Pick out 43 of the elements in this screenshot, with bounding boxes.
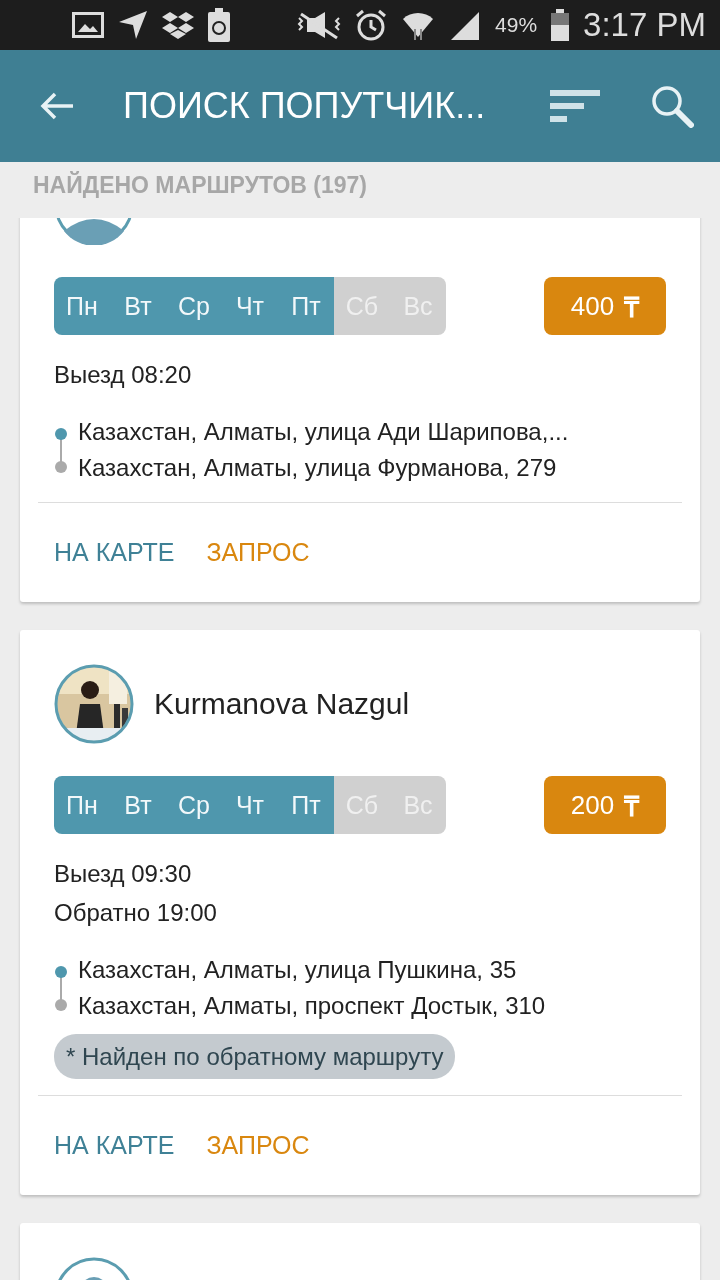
weekday-label: Пт xyxy=(278,277,334,335)
back-button[interactable] xyxy=(39,91,75,121)
alarm-icon xyxy=(355,9,388,41)
price-badge: 200 ₸ xyxy=(544,776,666,834)
weekday-label: Ср xyxy=(166,776,222,834)
weekday-label: Чт xyxy=(222,776,278,834)
screen-title: ПОИСК ПОПУТЧИК... xyxy=(123,85,487,127)
sort-button[interactable] xyxy=(550,88,600,124)
weekday-label: Пн xyxy=(54,776,110,834)
request-link[interactable]: ЗАПРОС xyxy=(206,538,310,567)
schedule-time: Выезд 08:20 xyxy=(54,360,193,390)
navigation-icon xyxy=(118,10,148,40)
weekday-label: Вт xyxy=(110,776,166,834)
signal-icon xyxy=(449,10,482,40)
search-button[interactable] xyxy=(650,84,694,128)
schedule-time: Выезд 09:30 xyxy=(54,859,193,889)
weekday-label: Пн xyxy=(54,277,110,335)
sort-icon xyxy=(550,88,600,124)
weekday-label: Вт xyxy=(110,277,166,335)
price-badge: 400 ₸ xyxy=(544,277,666,335)
destination-address: Казахстан, Алматы, проспект Достык, 310 xyxy=(78,991,546,1021)
mute-icon xyxy=(297,10,342,40)
route-line-icon xyxy=(54,427,68,473)
search-icon xyxy=(650,84,694,128)
reverse-route-tag: * Найден по обратному маршруту xyxy=(54,1034,456,1079)
weekday-label: Чт xyxy=(222,277,278,335)
clock: 3:17 PM xyxy=(583,6,706,44)
image-icon xyxy=(72,12,104,38)
request-link[interactable]: ЗАПРОС xyxy=(206,1131,310,1160)
map-link[interactable]: НА КАРТЕ xyxy=(54,1131,175,1160)
driver-name: Kurmanova Nazgul xyxy=(154,687,410,721)
back-arrow-icon xyxy=(39,91,75,121)
origin-address: Казахстан, Алматы, улица Ади Шарипова,... xyxy=(78,417,569,447)
destination-address: Казахстан, Алматы, улица Фурманова, 279 xyxy=(78,453,558,483)
battery-icon xyxy=(551,9,570,41)
box-icon xyxy=(162,11,194,39)
weekday-label: Пт xyxy=(278,776,334,834)
battery-percent: 49% xyxy=(495,13,538,37)
origin-address: Казахстан, Алматы, улица Пушкина, 35 xyxy=(78,955,518,985)
weekday-label: Ср xyxy=(166,277,222,335)
route-line-icon xyxy=(54,965,68,1011)
map-link[interactable]: НА КАРТЕ xyxy=(54,538,175,567)
schedule-time: Обратно 19:00 xyxy=(54,898,218,928)
